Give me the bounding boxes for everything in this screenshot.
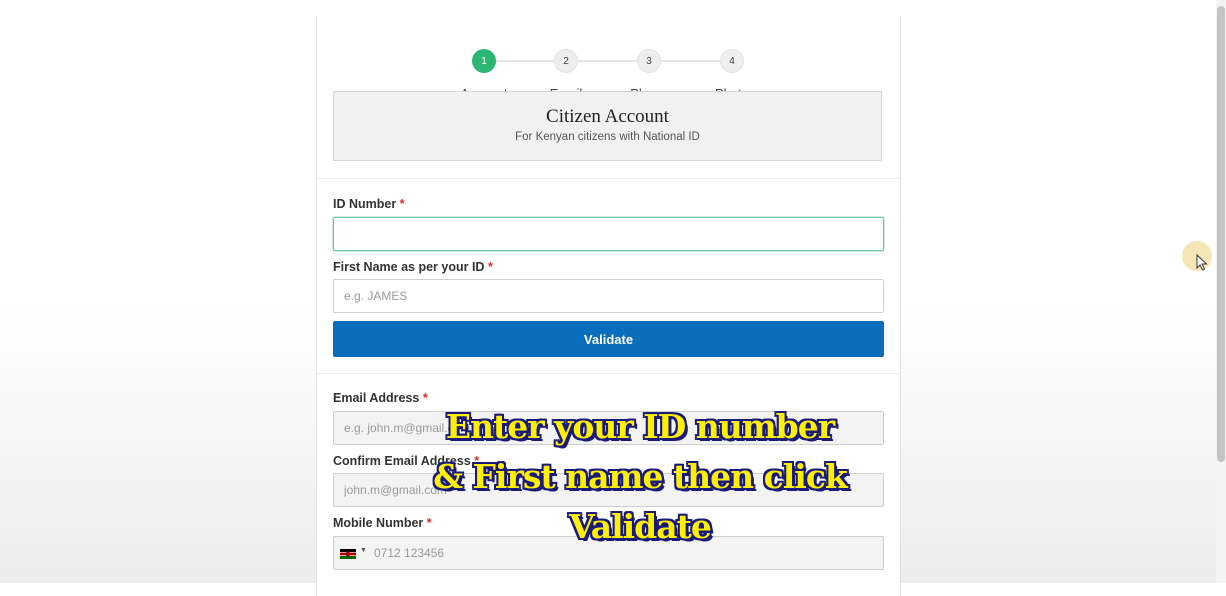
id-number-label: ID Number * [333, 197, 405, 211]
page-scrollbar[interactable] [1216, 0, 1226, 583]
step-connector [496, 60, 554, 62]
mouse-pointer-icon [1196, 254, 1208, 271]
validate-button[interactable]: Validate [333, 321, 884, 357]
country-dropdown-caret-icon[interactable]: ▼ [360, 547, 367, 554]
step-2-circle[interactable]: 2 [554, 49, 578, 73]
caption-line-1: Enter your ID number [445, 407, 835, 446]
step-3-circle[interactable]: 3 [637, 49, 661, 73]
account-type-subtitle: For Kenyan citizens with National ID [515, 131, 700, 143]
caption-line-3: Validate [569, 507, 712, 546]
step-4-circle[interactable]: 4 [720, 49, 744, 73]
id-number-input[interactable] [333, 217, 884, 251]
required-marker: * [487, 260, 493, 274]
step-1-circle[interactable]: 1 [472, 49, 496, 73]
id-number-label-text: ID Number [333, 197, 397, 211]
scrollbar-thumb[interactable] [1217, 6, 1225, 462]
step-connector [661, 60, 720, 62]
account-type-card: Citizen Account For Kenyan citizens with… [333, 91, 882, 161]
caption-line-2: & First name then click [433, 457, 848, 496]
first-name-input[interactable] [333, 279, 884, 313]
first-name-label: First Name as per your ID * [333, 260, 493, 274]
account-type-title: Citizen Account [546, 106, 669, 127]
step-connector [578, 60, 637, 62]
video-caption: Enter your ID number & First name then c… [400, 402, 880, 552]
section-divider [317, 178, 900, 179]
section-divider [317, 373, 900, 374]
kenya-flag-icon[interactable] [340, 549, 356, 559]
required-marker: * [399, 197, 405, 211]
progress-stepper: 1 2 3 4 Account Email Phone Photo [317, 32, 900, 101]
first-name-label-text: First Name as per your ID [333, 260, 485, 274]
